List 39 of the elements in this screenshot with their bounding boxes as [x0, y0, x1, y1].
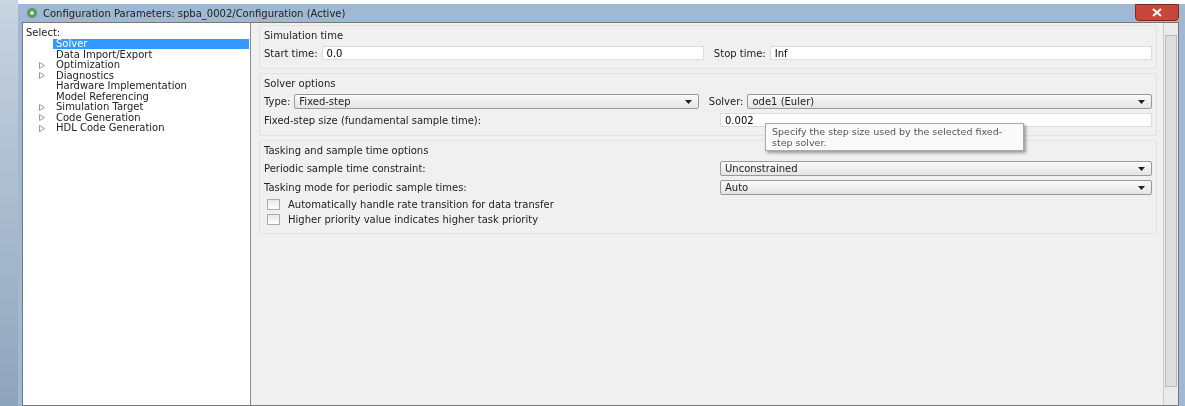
field-label: Tasking mode for periodic sample times: — [264, 182, 468, 193]
field-label: Solver: — [708, 96, 744, 107]
tree-item[interactable]: Code Generation — [53, 112, 144, 123]
gear-icon — [26, 7, 38, 19]
tree-item[interactable]: Model Referencing — [53, 91, 152, 102]
field-label: Fixed-step size (fundamental sample time): — [264, 114, 483, 126]
close-icon — [1152, 8, 1162, 17]
checkbox-label: Automatically handle rate transition for data transfer — [288, 199, 554, 210]
close-button[interactable] — [1135, 4, 1179, 21]
dropdown[interactable]: Auto — [720, 180, 1152, 195]
tree-item[interactable]: Optimization — [53, 60, 123, 71]
group-title: Simulation time — [264, 30, 344, 41]
caret-icon — [684, 99, 692, 104]
checkbox[interactable] — [267, 199, 280, 210]
field-label: Stop time: — [713, 47, 766, 59]
field-label: Type: — [264, 96, 291, 107]
tree-item[interactable]: Hardware Implementation — [53, 81, 190, 92]
tree-item[interactable]: Simulation Target — [53, 102, 147, 113]
group-title: Tasking and sample time options — [264, 145, 429, 156]
tree-item[interactable]: Data Import/Export — [53, 49, 156, 60]
window-title: Configuration Parameters: spba_0002/Configuration (Active) — [43, 7, 346, 19]
checkbox[interactable] — [267, 214, 280, 225]
checkbox-label: Higher priority value indicates higher task priority — [288, 214, 539, 225]
dropdown[interactable]: Fixed-step — [294, 94, 699, 109]
tree-item[interactable]: Diagnostics — [53, 70, 118, 81]
scrollbar[interactable] — [1163, 23, 1178, 405]
field-label: Start time: — [264, 47, 318, 59]
input-field[interactable]: Inf — [769, 46, 1152, 60]
dropdown[interactable]: Unconstrained — [720, 161, 1152, 176]
caret-icon — [1138, 166, 1145, 171]
dropdown[interactable]: ode1 (Euler) — [747, 94, 1152, 109]
caret-icon — [1138, 185, 1145, 190]
input-field[interactable]: 0.0 — [321, 46, 704, 60]
group-title: Solver options — [264, 78, 336, 89]
tree-item[interactable]: HDL Code Generation — [53, 123, 168, 134]
field-label: Periodic sample time constraint: — [264, 163, 427, 174]
tooltip: Specify the step size used by the selected fixed-step solver. — [765, 123, 1024, 151]
caret-icon — [1138, 99, 1145, 104]
tree-heading: Select: — [26, 27, 62, 38]
